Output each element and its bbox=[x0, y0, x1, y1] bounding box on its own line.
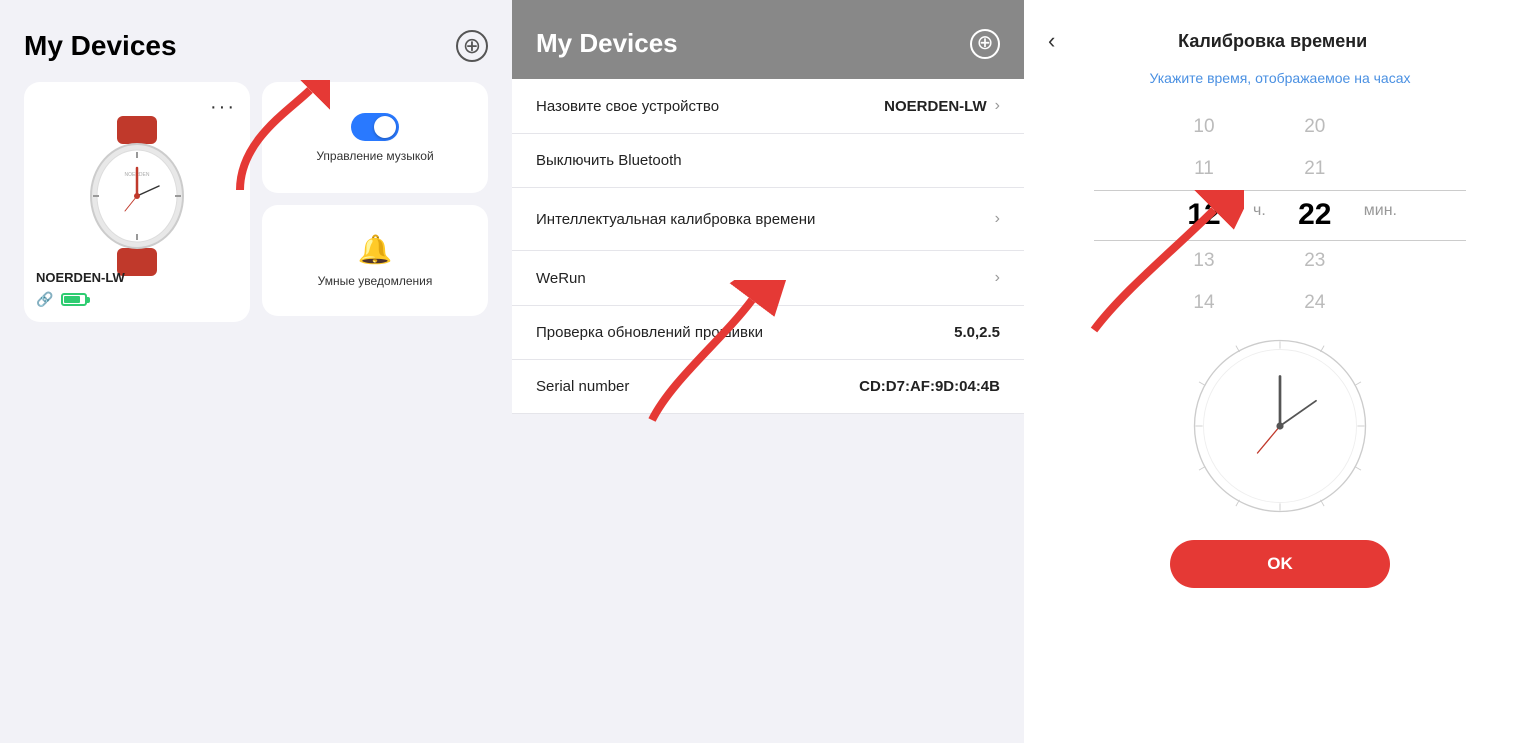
panel1-header: My Devices ⊕ bbox=[24, 30, 488, 62]
hour-13: 13 bbox=[1193, 240, 1214, 282]
menu-label-serial: Serial number bbox=[536, 378, 629, 395]
minutes-column: 20 21 22 23 24 bbox=[1270, 110, 1360, 320]
panel2-plus-icon: ⊕ bbox=[977, 33, 994, 53]
panel2-device-settings: My Devices ⊕ Назовите свое устройство NO… bbox=[512, 0, 1024, 743]
minute-unit-label: мин. bbox=[1360, 202, 1401, 228]
bell-icon: 🔔 bbox=[358, 233, 393, 266]
device-menu-dots[interactable]: ··· bbox=[210, 96, 236, 119]
link-icon: 🔗 bbox=[36, 291, 53, 308]
min-20: 20 bbox=[1304, 110, 1325, 148]
calibration-chevron-icon: › bbox=[995, 210, 1000, 228]
picker-line-bottom bbox=[1094, 240, 1465, 241]
ok-button[interactable]: OK bbox=[1170, 540, 1390, 588]
menu-item-time-calibration[interactable]: Интеллектуальная калибровка времени › bbox=[512, 188, 1024, 251]
watch-image: NOERDEN bbox=[77, 116, 197, 266]
time-subtitle: Укажите время, отображаемое на часах bbox=[1048, 70, 1512, 86]
battery-indicator bbox=[61, 293, 87, 306]
menu-item-werun[interactable]: WeRun › bbox=[512, 251, 1024, 306]
menu-right-serial: CD:D7:AF:9D:04:4B bbox=[859, 378, 1000, 395]
device-status-row: 🔗 bbox=[36, 291, 87, 308]
analog-clock bbox=[1190, 336, 1370, 516]
panel1-my-devices: My Devices ⊕ ··· bbox=[0, 0, 512, 743]
min-21: 21 bbox=[1304, 148, 1325, 190]
menu-label-bluetooth: Выключить Bluetooth bbox=[536, 152, 682, 169]
hour-14: 14 bbox=[1193, 282, 1214, 320]
menu-list: Назовите свое устройство NOERDEN-LW › Вы… bbox=[512, 79, 1024, 414]
music-toggle[interactable] bbox=[351, 113, 399, 141]
features-column: Управление музыкой 🔔 Умные уведомления bbox=[262, 82, 488, 322]
picker-line-top bbox=[1094, 190, 1465, 191]
time-cols-wrapper: 10 11 12 13 14 ч. 20 21 22 23 24 мин. bbox=[1159, 110, 1401, 320]
hour-12-selected: 12 bbox=[1187, 190, 1220, 240]
menu-right-werun: › bbox=[995, 269, 1000, 287]
device-name-value: NOERDEN-LW bbox=[884, 98, 987, 115]
menu-right-firmware: 5.0,2.5 bbox=[954, 324, 1000, 341]
panel1-title: My Devices bbox=[24, 30, 177, 62]
menu-item-bluetooth[interactable]: Выключить Bluetooth bbox=[512, 134, 1024, 188]
hour-10: 10 bbox=[1193, 110, 1214, 148]
panel2-add-button[interactable]: ⊕ bbox=[970, 29, 1000, 59]
notifications-card[interactable]: 🔔 Умные уведомления bbox=[262, 205, 488, 316]
min-24: 24 bbox=[1304, 282, 1325, 320]
serial-value: CD:D7:AF:9D:04:4B bbox=[859, 378, 1000, 395]
min-22-selected: 22 bbox=[1298, 190, 1331, 240]
chevron-right-icon: › bbox=[995, 97, 1000, 115]
menu-item-firmware[interactable]: Проверка обновлений прошивки 5.0,2.5 bbox=[512, 306, 1024, 360]
notifications-label: Умные уведомления bbox=[318, 274, 433, 288]
min-23: 23 bbox=[1304, 240, 1325, 282]
menu-label-firmware: Проверка обновлений прошивки bbox=[536, 324, 763, 341]
plus-icon: ⊕ bbox=[463, 35, 481, 57]
toggle-knob bbox=[374, 116, 396, 138]
panel3-header: ‹ Калибровка времени bbox=[1048, 28, 1512, 54]
hour-11: 11 bbox=[1194, 148, 1214, 190]
music-control-card[interactable]: Управление музыкой bbox=[262, 82, 488, 193]
menu-right-device-name: NOERDEN-LW › bbox=[884, 97, 1000, 115]
devices-grid: ··· NOERDEN bbox=[24, 82, 488, 322]
menu-item-serial[interactable]: Serial number CD:D7:AF:9D:04:4B bbox=[512, 360, 1024, 414]
hour-unit-label: ч. bbox=[1249, 202, 1270, 228]
panel2-header: My Devices ⊕ bbox=[512, 0, 1024, 79]
menu-label-device-name: Назовите свое устройство bbox=[536, 98, 719, 115]
panel1-add-button[interactable]: ⊕ bbox=[456, 30, 488, 62]
menu-label-time-calibration: Интеллектуальная калибровка времени bbox=[536, 211, 815, 228]
hours-column: 10 11 12 13 14 bbox=[1159, 110, 1249, 320]
music-label: Управление музыкой bbox=[316, 149, 433, 163]
firmware-value: 5.0,2.5 bbox=[954, 324, 1000, 341]
menu-item-device-name[interactable]: Назовите свое устройство NOERDEN-LW › bbox=[512, 79, 1024, 134]
panel2-title: My Devices bbox=[536, 28, 678, 59]
back-button[interactable]: ‹ bbox=[1048, 28, 1055, 54]
device-name: NOERDEN-LW bbox=[36, 270, 125, 285]
time-picker[interactable]: 10 11 12 13 14 ч. 20 21 22 23 24 мин. bbox=[1048, 110, 1512, 320]
menu-right-time-calibration: › bbox=[995, 210, 1000, 228]
device-card-noerden[interactable]: ··· NOERDEN bbox=[24, 82, 250, 322]
panel3-title: Калибровка времени bbox=[1067, 31, 1478, 52]
werun-chevron-icon: › bbox=[995, 269, 1000, 287]
menu-label-werun: WeRun bbox=[536, 270, 586, 287]
panel3-time-calibration: ‹ Калибровка времени Укажите время, отоб… bbox=[1024, 0, 1536, 743]
